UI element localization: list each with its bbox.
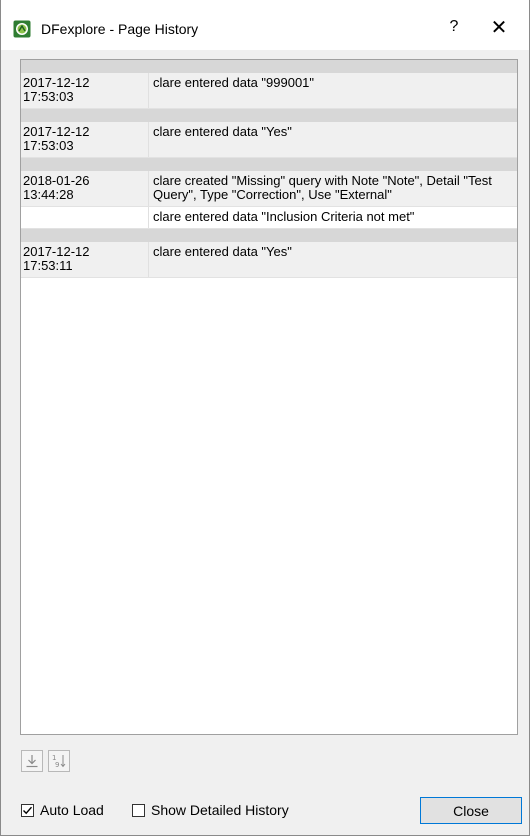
window-close-button[interactable]: ✕ [479,12,519,42]
download-icon [26,755,38,768]
title-bar[interactable]: DFexplore - Page History ? ✕ [1,0,529,50]
history-row[interactable]: 2017-12-12 17:53:03 clare entered data "Y… [21,122,517,158]
page-history-dialog: DFexplore - Page History ? ✕ 2017-12-12 … [0,0,530,836]
history-group-separator [21,158,517,171]
auto-load-checkbox-box[interactable] [21,803,34,817]
history-row-timestamp: 2017-12-12 17:53:03 [21,122,149,157]
history-group-separator [21,60,517,73]
history-row-timestamp: 2017-12-12 17:53:11 [21,242,149,277]
history-row-timestamp: 2017-12-12 17:53:03 [21,73,149,108]
history-row[interactable]: clare entered data "Inclusion Criteria n… [21,207,517,229]
show-detailed-history-checkbox-box[interactable] [132,803,145,817]
auto-load-label: Auto Load [40,802,104,818]
history-group-separator [21,109,517,122]
history-row[interactable]: 2017-12-12 17:53:03 clare entered data "9… [21,73,517,109]
history-row-description: clare entered data "999001" [153,75,315,90]
sort-glyph-bottom: 9 [55,761,59,769]
history-list[interactable]: 2017-12-12 17:53:03 clare entered data "9… [20,59,518,735]
history-row-description: clare entered data "Yes" [153,244,292,259]
history-row[interactable]: 2018-01-26 13:44:28 clare created "Missin… [21,171,517,207]
history-row-description: clare created "Missing" query with Note … [153,173,492,202]
window-title: DFexplore - Page History [41,21,199,37]
sort-button[interactable]: 1 9 [48,750,70,772]
show-detailed-history-label: Show Detailed History [151,802,289,818]
history-group-separator [21,229,517,242]
history-row-description: clare entered data "Yes" [153,124,292,139]
close-button[interactable]: Close [420,797,522,824]
dfexplore-app-icon [13,20,31,38]
history-row-timestamp: 2018-01-26 13:44:28 [21,171,149,206]
show-detailed-history-checkbox[interactable]: Show Detailed History [132,800,289,820]
help-button[interactable]: ? [434,12,474,42]
sort-numeric-icon: 1 9 [52,754,66,769]
history-row-description: clare entered data "Inclusion Criteria n… [153,209,415,224]
download-button[interactable] [21,750,43,772]
history-row-timestamp [21,207,149,228]
history-row[interactable]: 2017-12-12 17:53:11 clare entered data "Y… [21,242,517,278]
checkmark-icon [23,806,33,814]
auto-load-checkbox[interactable]: Auto Load [21,800,104,820]
